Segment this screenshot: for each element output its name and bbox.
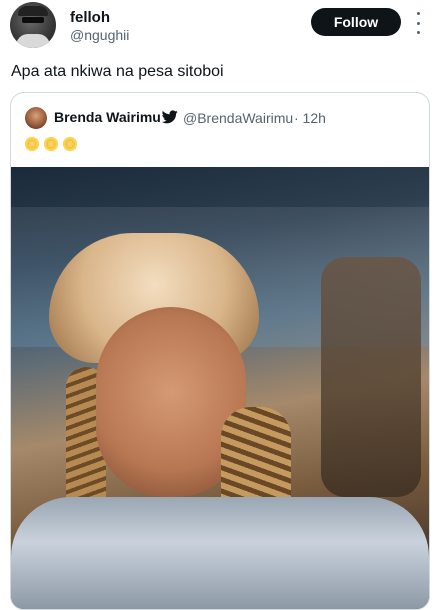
quoted-selfie-photo[interactable] bbox=[11, 167, 429, 609]
quoted-author-name[interactable]: Brenda Wairimu bbox=[54, 109, 161, 125]
more-vertical-icon[interactable] bbox=[413, 12, 423, 34]
avatar-glasses-shape bbox=[22, 17, 44, 23]
author-avatar[interactable] bbox=[10, 2, 56, 48]
quoted-timestamp[interactable]: · 12h bbox=[294, 110, 326, 126]
quoted-emoji-row bbox=[25, 137, 78, 154]
sun-emoji-icon bbox=[25, 137, 39, 151]
more-dot bbox=[416, 31, 420, 34]
tweet-text: Apa ata nkiwa na pesa sitoboi bbox=[11, 63, 224, 80]
quoted-author-handle[interactable]: @BrendaWairimu bbox=[183, 110, 293, 126]
author-handle[interactable]: @ngughii bbox=[70, 27, 129, 43]
sweater-shape bbox=[11, 497, 429, 609]
car-seat-shape bbox=[321, 257, 421, 497]
author-name[interactable]: felloh bbox=[70, 9, 110, 26]
twitter-bird-icon bbox=[162, 110, 178, 124]
quoted-tweet[interactable]: Brenda Wairimu @BrendaWairimu · 12h bbox=[10, 92, 430, 610]
follow-button[interactable]: Follow bbox=[311, 8, 401, 36]
tweet-header: felloh @ngughii Follow bbox=[0, 0, 441, 58]
quoted-author-avatar[interactable] bbox=[25, 107, 47, 129]
sun-emoji-icon bbox=[43, 137, 58, 151]
avatar-cap-shape bbox=[18, 6, 48, 16]
more-dot bbox=[416, 12, 420, 15]
more-dot bbox=[416, 21, 420, 25]
avatar-body-shape bbox=[16, 34, 50, 48]
sun-emoji-icon bbox=[62, 137, 77, 151]
